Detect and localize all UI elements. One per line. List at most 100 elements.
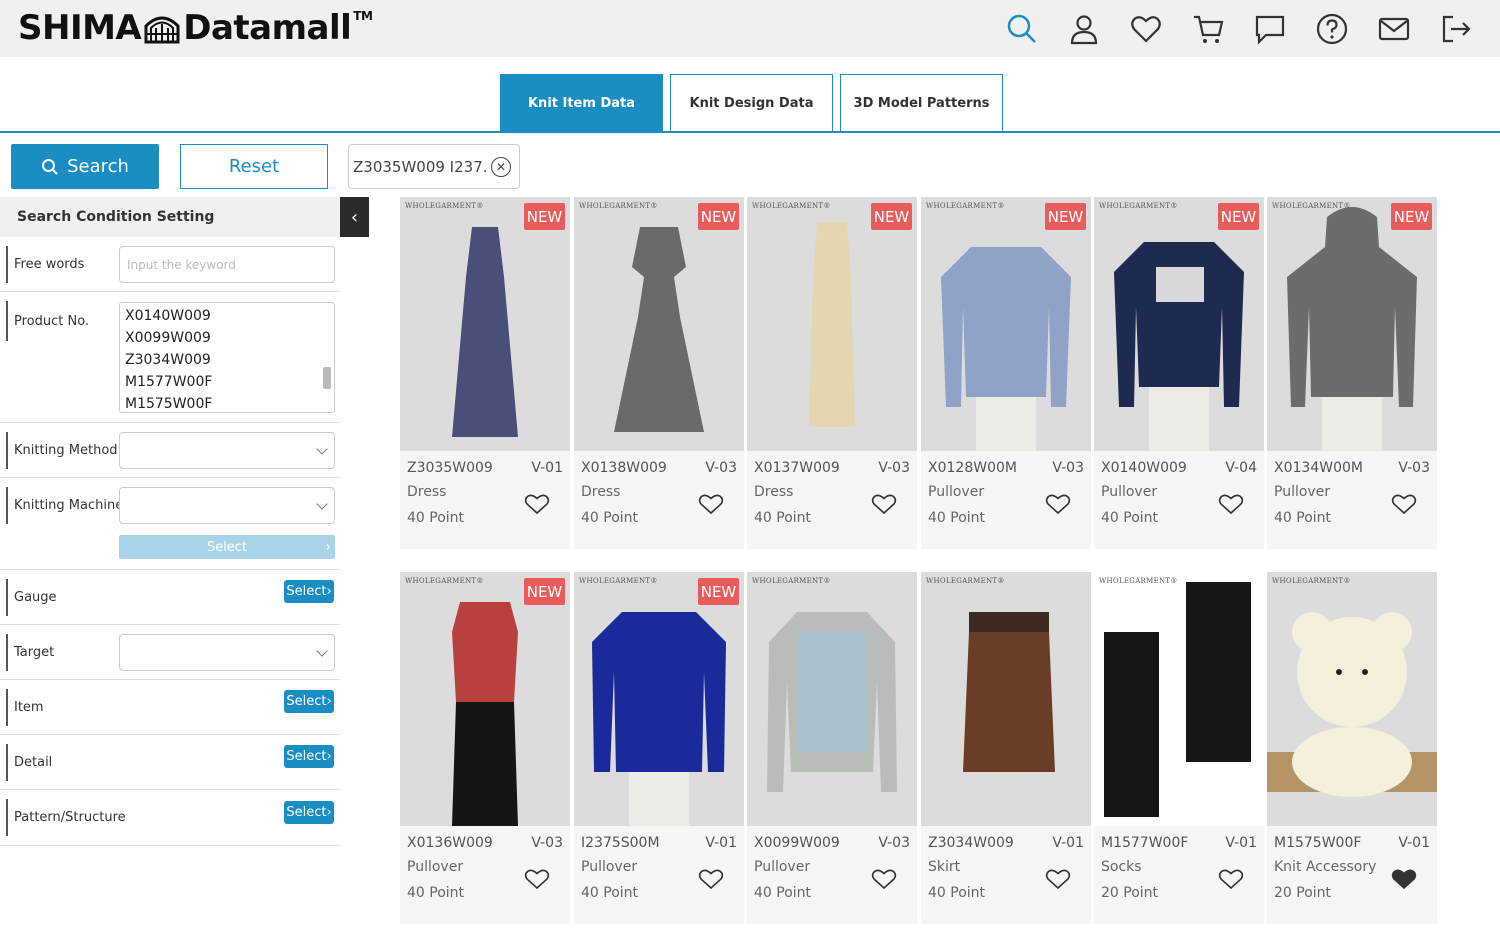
product-points: 40 Point	[407, 885, 465, 901]
product-card[interactable]: WHOLEGARMENT® NEW X0140W009 V-04 Pullover 40 …	[1094, 197, 1264, 549]
product-image[interactable]: WHOLEGARMENT® NEW	[400, 197, 570, 451]
product-version: V-03	[705, 460, 737, 476]
garment-illustration	[592, 612, 726, 826]
tab-knit-item-data[interactable]: Knit Item Data	[500, 74, 663, 132]
product-image[interactable]: WHOLEGARMENT® NEW	[1094, 197, 1264, 451]
product-number[interactable]: X0140W009	[1101, 460, 1187, 476]
item-select-button[interactable]: Select ›	[284, 690, 334, 713]
product-number[interactable]: X0128W00M	[928, 460, 1017, 476]
heart-icon[interactable]	[1218, 493, 1244, 515]
product-image[interactable]: WHOLEGARMENT® NEW	[400, 572, 570, 826]
product-version: V-01	[531, 460, 563, 476]
knitting-machine-select[interactable]	[119, 487, 335, 524]
heart-icon[interactable]	[871, 493, 897, 515]
product-card[interactable]: WHOLEGARMENT® X0099W009 V-03 Pullover 40 Poi…	[747, 572, 917, 924]
knitting-method-row: Knitting Method	[0, 423, 340, 478]
search-icon[interactable]	[1000, 10, 1044, 48]
heart-icon[interactable]	[871, 868, 897, 890]
product-card[interactable]: WHOLEGARMENT® NEW X0138W009 V-03 Dress 40 Poi…	[574, 197, 744, 549]
product-image[interactable]: WHOLEGARMENT®	[1267, 572, 1437, 826]
product-card[interactable]: WHOLEGARMENT® NEW X0136W009 V-03 Pullover 40 …	[400, 572, 570, 924]
header-icon-bar	[1000, 10, 1478, 48]
product-category: Pullover	[581, 859, 638, 875]
product-card[interactable]: WHOLEGARMENT® Z3034W009 V-01 Skirt 40 Point	[921, 572, 1091, 924]
brand-label: WHOLEGARMENT®	[405, 202, 484, 210]
detail-select-button[interactable]: Select ›	[284, 745, 334, 768]
product-version: V-01	[705, 835, 737, 851]
new-badge: NEW	[1045, 203, 1086, 230]
list-item[interactable]: M1577W00F	[125, 371, 334, 393]
product-no-listbox[interactable]: X0140W009 X0099W009 Z3034W009 M1577W00F …	[119, 302, 335, 413]
product-image[interactable]: WHOLEGARMENT®	[1094, 572, 1264, 826]
search-button[interactable]: Search	[11, 144, 159, 189]
list-item[interactable]: X0099W009	[125, 327, 334, 349]
listbox-scrollbar[interactable]	[322, 305, 332, 410]
product-number[interactable]: X0137W009	[754, 460, 840, 476]
free-words-input[interactable]: Input the keyword	[119, 246, 335, 283]
scrollbar-thumb[interactable]	[323, 367, 331, 389]
product-card[interactable]: WHOLEGARMENT® NEW I2375S00M V-01 Pullover 40 …	[574, 572, 744, 924]
product-card[interactable]: WHOLEGARMENT® NEW X0134W00M V-03 Pullover 40 …	[1267, 197, 1437, 549]
product-image[interactable]: WHOLEGARMENT® NEW	[574, 572, 744, 826]
heart-icon[interactable]	[524, 493, 550, 515]
heart-icon[interactable]	[698, 868, 724, 890]
user-icon[interactable]	[1062, 10, 1106, 48]
product-image[interactable]: WHOLEGARMENT® NEW	[574, 197, 744, 451]
product-card[interactable]: WHOLEGARMENT® M1577W00F V-01 Socks 20 Point	[1094, 572, 1264, 924]
target-select[interactable]	[119, 634, 335, 671]
tab-3d-model-patterns[interactable]: 3D Model Patterns	[840, 74, 1003, 132]
product-image[interactable]: WHOLEGARMENT®	[747, 572, 917, 826]
heart-icon[interactable]	[698, 493, 724, 515]
pattern-structure-row: Pattern/Structure Select ›	[0, 790, 340, 846]
garment-illustration	[1287, 207, 1417, 451]
chevron-right-icon: ›	[325, 539, 331, 555]
gauge-select-button[interactable]: Select ›	[284, 580, 334, 603]
product-card[interactable]: WHOLEGARMENT® M1575W00F V-01 Knit Accessory…	[1267, 572, 1437, 924]
list-item[interactable]: Z3034W009	[125, 349, 334, 371]
product-card[interactable]: WHOLEGARMENT® NEW X0128W00M V-03 Pullover 40 …	[921, 197, 1091, 549]
brand-label: WHOLEGARMENT®	[405, 577, 484, 585]
heart-icon[interactable]	[1124, 10, 1168, 48]
brand-label: WHOLEGARMENT®	[579, 577, 658, 585]
reset-button[interactable]: Reset	[180, 144, 328, 189]
machine-select-button[interactable]: Select ›	[119, 535, 335, 559]
product-card[interactable]: WHOLEGARMENT® NEW X0137W009 V-03 Dress 40 Poi…	[747, 197, 917, 549]
product-number[interactable]: Z3035W009	[407, 460, 493, 476]
product-image[interactable]: WHOLEGARMENT®	[921, 572, 1091, 826]
product-number[interactable]: X0138W009	[581, 460, 667, 476]
list-item[interactable]: X0140W009	[125, 305, 334, 327]
product-image[interactable]: WHOLEGARMENT® NEW	[1267, 197, 1437, 451]
product-category: Pullover	[928, 484, 985, 500]
product-number[interactable]: I2375S00M	[581, 835, 660, 851]
heart-filled-icon[interactable]	[1391, 868, 1417, 890]
mail-icon[interactable]	[1372, 10, 1416, 48]
product-image[interactable]: WHOLEGARMENT® NEW	[747, 197, 917, 451]
product-number[interactable]: Z3034W009	[928, 835, 1014, 851]
logo[interactable]: SHIMA Datamall TM	[18, 8, 373, 48]
product-points: 40 Point	[1101, 510, 1159, 526]
heart-icon[interactable]	[1391, 493, 1417, 515]
help-icon[interactable]	[1310, 10, 1354, 48]
pattern-select-button[interactable]: Select ›	[284, 801, 334, 824]
cart-icon[interactable]	[1186, 10, 1230, 48]
product-number[interactable]: M1575W00F	[1274, 835, 1361, 851]
product-points: 40 Point	[1274, 510, 1332, 526]
product-card[interactable]: WHOLEGARMENT® NEW Z3035W009 V-01 Dress 40 Poi…	[400, 197, 570, 549]
product-number[interactable]: M1577W00F	[1101, 835, 1188, 851]
heart-icon[interactable]	[524, 868, 550, 890]
chat-icon[interactable]	[1248, 10, 1292, 48]
list-item[interactable]: M1575W00F	[125, 393, 334, 415]
logout-icon[interactable]	[1434, 10, 1478, 48]
product-number[interactable]: X0099W009	[754, 835, 840, 851]
tab-knit-design-data[interactable]: Knit Design Data	[670, 74, 833, 132]
product-number[interactable]: X0134W00M	[1274, 460, 1363, 476]
target-label: Target	[6, 634, 54, 671]
knitting-method-select[interactable]	[119, 432, 335, 469]
heart-icon[interactable]	[1218, 868, 1244, 890]
heart-icon[interactable]	[1045, 868, 1071, 890]
product-image[interactable]: WHOLEGARMENT® NEW	[921, 197, 1091, 451]
heart-icon[interactable]	[1045, 493, 1071, 515]
collapse-panel-button[interactable]: ‹	[340, 197, 369, 237]
close-icon[interactable]: ✕	[491, 157, 511, 177]
product-number[interactable]: X0136W009	[407, 835, 493, 851]
